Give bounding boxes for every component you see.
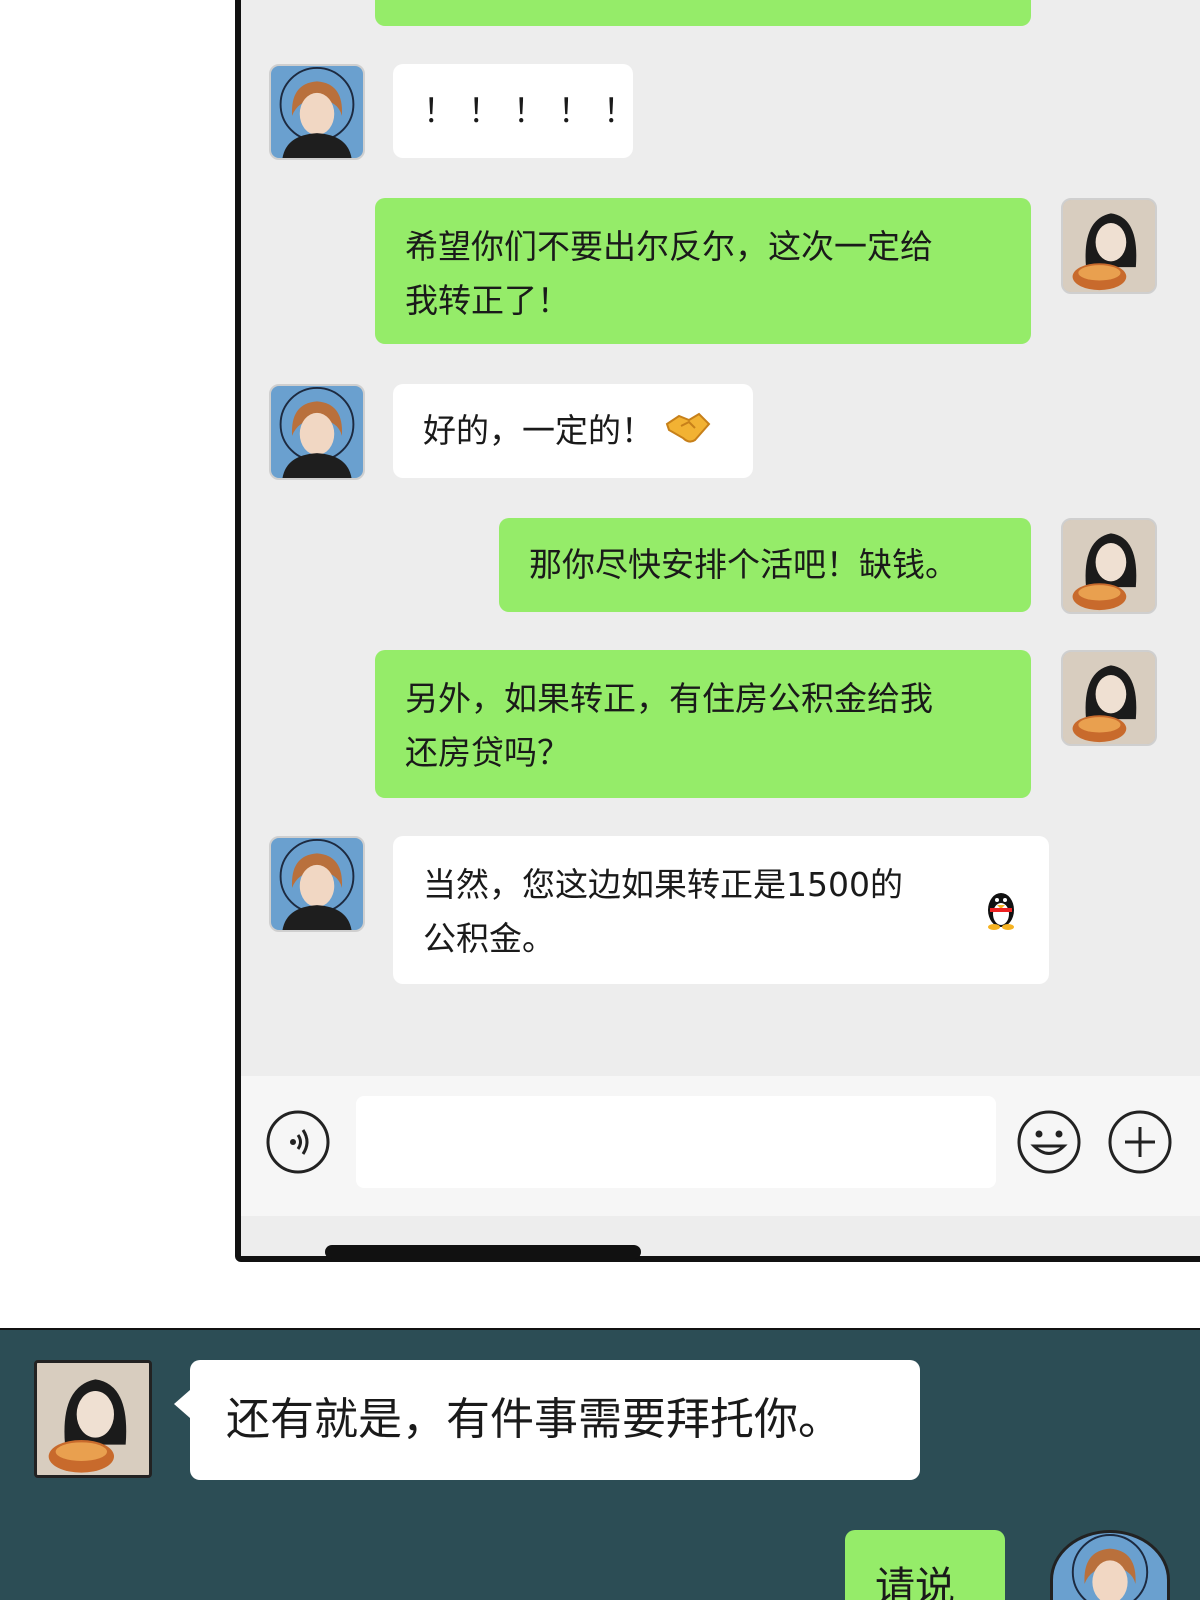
phone-frame: ！！！！！ 希望你们不要出尔反尔，这次一定给 我转正了！ 好的，一定的！ 那你尽… [235,0,1200,1262]
message-text: 那你尽快安排个活吧！缺钱。 [529,545,958,584]
message-text: 好的，一定的！ [423,411,654,450]
service-avatar[interactable] [1050,1530,1170,1600]
message-bubble-in[interactable]: 好的，一定的！ [393,384,753,478]
message-bubble-out[interactable]: 另外，如果转正，有住房公积金给我 还房贷吗？ [375,650,1031,798]
chat-area: ！！！！！ 希望你们不要出尔反尔，这次一定给 我转正了！ 好的，一定的！ 那你尽… [241,0,1200,1076]
comic-panel-strip: 还有就是，有件事需要拜托你。 请说 [0,1330,1200,1600]
message-text: ！！！！！ [423,91,648,130]
message-text: 当然，您这边如果转正是1500的 [423,865,903,904]
message-text: 另外，如果转正，有住房公积金给我 [405,679,933,718]
message-text: 希望你们不要出尔反尔，这次一定给 [405,227,933,266]
input-bar [241,1076,1200,1216]
message-text: 我转正了！ [405,281,570,320]
handshake-emoji [665,406,711,460]
smiley-icon[interactable] [1016,1109,1082,1175]
message-bubble-in[interactable]: ！！！！！ [393,64,636,158]
message-bubble-out[interactable]: 那你尽快安排个活吧！缺钱。 [499,518,1031,612]
plus-circle-icon[interactable] [1107,1109,1173,1175]
message-text: 请说 [875,1564,955,1600]
service-avatar[interactable] [269,64,365,160]
user-avatar[interactable] [1061,518,1157,614]
message-text: 还房贷吗？ [405,733,570,772]
penguin-emoji [981,886,1021,946]
service-avatar[interactable] [269,836,365,932]
message-bubble-in[interactable]: 还有就是，有件事需要拜托你。 [190,1360,920,1480]
message-bubble-out[interactable]: 希望你们不要出尔反尔，这次一定给 我转正了！ [375,198,1031,344]
message-bubble-out[interactable]: 请说 [845,1530,1005,1600]
message-bubble-out[interactable] [375,0,1031,26]
message-input[interactable] [356,1096,996,1188]
voice-icon[interactable] [265,1109,331,1175]
user-avatar[interactable] [34,1360,152,1478]
user-avatar[interactable] [1061,650,1157,746]
message-bubble-in[interactable]: 当然，您这边如果转正是1500的 公积金。 [393,836,1049,984]
home-indicator [325,1245,641,1259]
message-text: 公积金。 [423,919,555,958]
message-text: 还有就是，有件事需要拜托你。 [226,1394,842,1445]
service-avatar[interactable] [269,384,365,480]
user-avatar[interactable] [1061,198,1157,294]
bubble-tail [174,1390,190,1418]
